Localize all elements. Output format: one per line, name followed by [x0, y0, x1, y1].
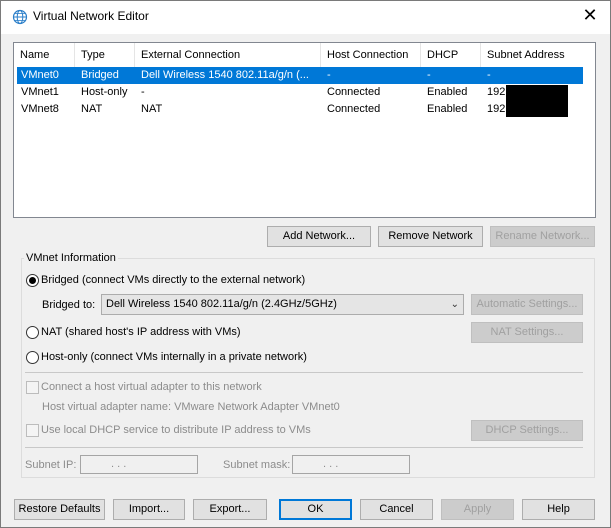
subnet-mask-label: Subnet mask:: [223, 459, 291, 471]
host-only-label: Host-only (connect VMs internally in a p…: [41, 351, 307, 363]
globe-network-icon: [12, 9, 28, 25]
dhcp-checkbox[interactable]: [26, 424, 39, 437]
adapter-name-label: Host virtual adapter name: VMware Networ…: [42, 401, 340, 413]
restore-defaults-button[interactable]: Restore Defaults: [14, 499, 105, 520]
cell-dhcp: Enabled: [427, 86, 468, 98]
nat-radio[interactable]: [26, 326, 39, 339]
connect-adapter-label: Connect a host virtual adapter to this n…: [41, 381, 262, 393]
vmnet-information-group: [21, 258, 595, 478]
cell-external: Dell Wireless 1540 802.11a/g/n (...: [141, 69, 309, 81]
cell-name: VMnet8: [21, 103, 59, 115]
bridged-to-select[interactable]: Dell Wireless 1540 802.11a/g/n (2.4GHz/5…: [101, 294, 464, 315]
cell-host: Connected: [327, 103, 381, 115]
cell-type: NAT: [81, 103, 103, 115]
bridged-label: Bridged (connect VMs directly to the ext…: [41, 274, 306, 286]
nat-settings-button[interactable]: NAT Settings...: [471, 322, 583, 343]
list-header: Name Type External Connection Host Conne…: [14, 43, 595, 67]
dhcp-settings-button[interactable]: DHCP Settings...: [471, 420, 583, 441]
redaction-block: [506, 85, 568, 101]
column-header-host[interactable]: Host Connection: [321, 43, 421, 67]
cancel-button[interactable]: Cancel: [360, 499, 433, 520]
cell-external: NAT: [141, 103, 163, 115]
column-header-external[interactable]: External Connection: [135, 43, 321, 67]
column-header-dhcp[interactable]: DHCP: [421, 43, 481, 67]
bridged-to-label: Bridged to:: [42, 299, 96, 311]
cell-host: -: [327, 69, 331, 81]
export-button[interactable]: Export...: [193, 499, 267, 520]
divider: [25, 447, 583, 448]
dhcp-label: Use local DHCP service to distribute IP …: [41, 424, 311, 436]
remove-network-button[interactable]: Remove Network: [378, 226, 483, 247]
bridged-to-value: Dell Wireless 1540 802.11a/g/n (2.4GHz/5…: [106, 298, 337, 310]
window-title: Virtual Network Editor: [33, 9, 149, 23]
import-button[interactable]: Import...: [113, 499, 185, 520]
automatic-settings-button[interactable]: Automatic Settings...: [471, 294, 583, 315]
redaction-block: [506, 101, 568, 117]
subnet-ip-label: Subnet IP:: [25, 459, 77, 471]
add-network-button[interactable]: Add Network...: [267, 226, 371, 247]
column-header-name[interactable]: Name: [14, 43, 75, 67]
divider: [25, 372, 583, 373]
cell-subnet: -: [487, 69, 491, 81]
column-header-type[interactable]: Type: [75, 43, 135, 67]
table-row[interactable]: VMnet8 NAT NAT Connected Enabled 192: [17, 101, 583, 118]
table-row[interactable]: VMnet1 Host-only - Connected Enabled 192: [17, 84, 583, 101]
nat-label: NAT (shared host's IP address with VMs): [41, 326, 241, 338]
table-row[interactable]: VMnet0 Bridged Dell Wireless 1540 802.11…: [17, 67, 583, 84]
network-list[interactable]: Name Type External Connection Host Conne…: [13, 42, 596, 218]
help-button[interactable]: Help: [522, 499, 595, 520]
bridged-radio[interactable]: [26, 274, 39, 287]
cell-type: Host-only: [81, 86, 128, 98]
cell-dhcp: -: [427, 69, 431, 81]
host-only-radio[interactable]: [26, 351, 39, 364]
column-header-subnet[interactable]: Subnet Address: [481, 43, 581, 67]
ok-button[interactable]: OK: [279, 499, 352, 520]
close-icon[interactable]: ✕: [578, 4, 602, 28]
subnet-mask-field[interactable]: . . .: [292, 455, 410, 474]
cell-name: VMnet0: [21, 69, 59, 81]
cell-external: -: [141, 86, 145, 98]
vmnet-information-legend: VMnet Information: [24, 252, 118, 264]
cell-host: Connected: [327, 86, 381, 98]
subnet-ip-field[interactable]: . . .: [80, 455, 198, 474]
cell-dhcp: Enabled: [427, 103, 468, 115]
rename-network-button[interactable]: Rename Network...: [490, 226, 595, 247]
connect-adapter-checkbox[interactable]: [26, 381, 39, 394]
apply-button[interactable]: Apply: [441, 499, 514, 520]
chevron-down-icon: ⌄: [450, 299, 459, 310]
cell-type: Bridged: [81, 69, 119, 81]
cell-name: VMnet1: [21, 86, 59, 98]
